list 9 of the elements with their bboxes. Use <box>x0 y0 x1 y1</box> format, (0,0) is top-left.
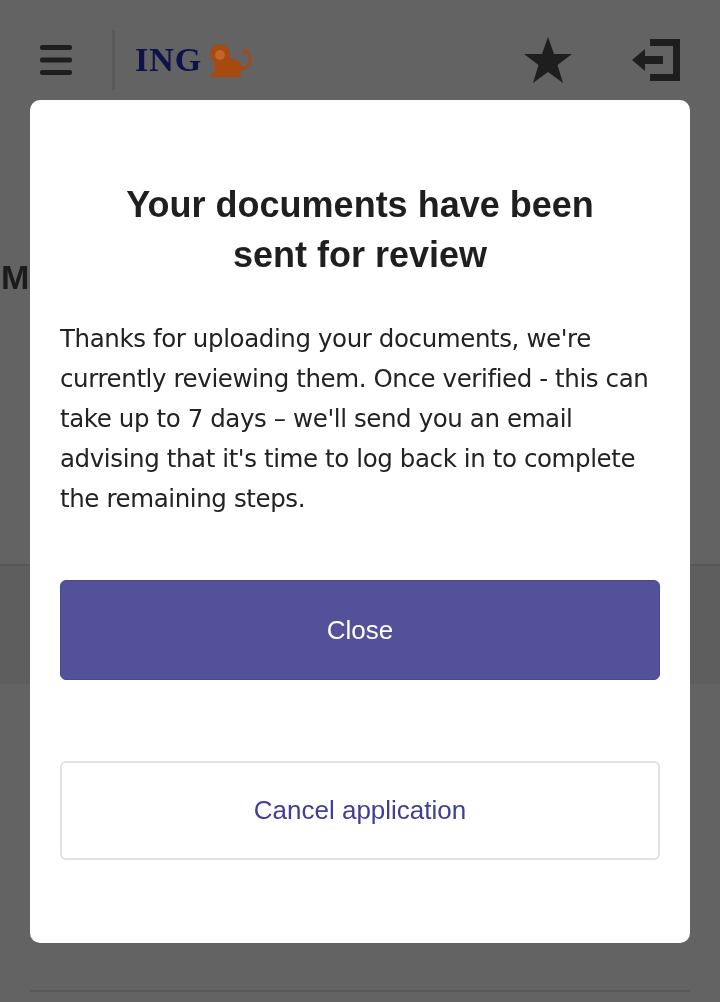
cancel-application-button[interactable]: Cancel application <box>60 761 660 860</box>
close-button[interactable]: Close <box>60 580 660 680</box>
page-heading: M <box>0 260 30 294</box>
logout-icon[interactable] <box>632 39 680 81</box>
menu-icon[interactable] <box>40 44 72 76</box>
star-icon[interactable] <box>524 37 572 83</box>
dialog-title: Your documents have been sent for review <box>125 183 595 277</box>
dialog-message: Thanks for uploading your documents, we're currently reviewing them. Once verified - this can take up to 7 days – we'll send you an email advising that it's time to log back in to complete the remaining steps. <box>60 323 650 515</box>
logo-text: ING <box>135 43 203 77</box>
